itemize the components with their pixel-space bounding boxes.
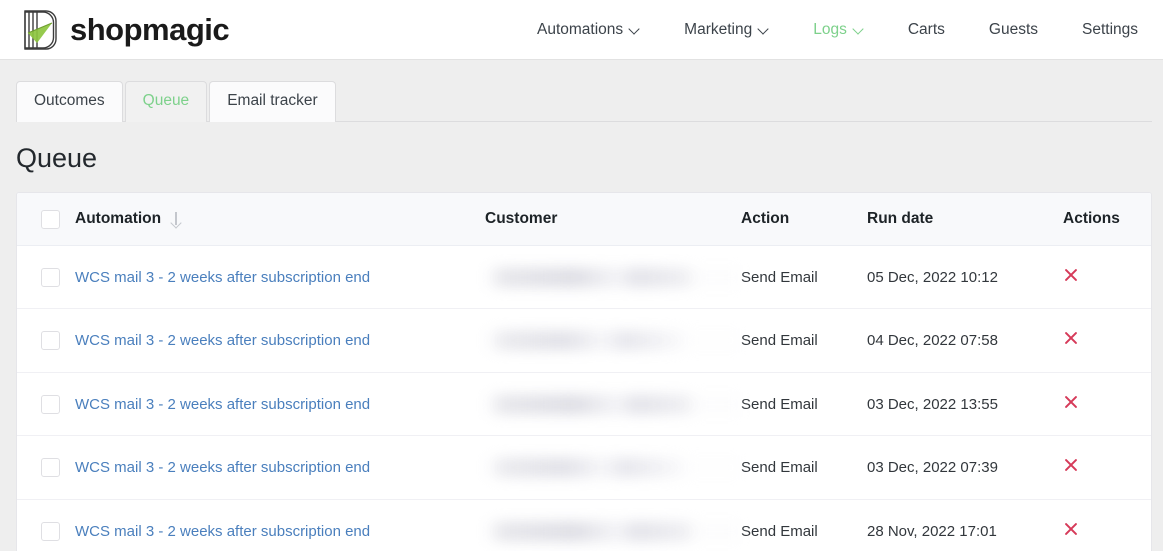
delete-x-icon[interactable]: [1063, 521, 1079, 537]
delete-x-icon[interactable]: [1063, 394, 1079, 410]
cell-customer: [485, 308, 741, 373]
row-checkbox[interactable]: [41, 521, 60, 541]
cell-run-date: 05 Dec, 2022 10:12: [867, 245, 1063, 310]
brand-name: shopmagic: [70, 12, 230, 47]
column-label-automation: Automation: [75, 209, 162, 227]
cell-automation: WCS mail 3 - 2 weeks after subscription …: [75, 245, 485, 310]
automation-link[interactable]: WCS mail 3 - 2 weeks after subscription …: [75, 396, 370, 413]
cell-action: Send Email: [741, 308, 867, 373]
nav-item-automations[interactable]: Automations: [515, 16, 662, 44]
table-row: WCS mail 3 - 2 weeks after subscription …: [17, 499, 1151, 551]
column-header-action: Action: [741, 192, 867, 246]
row-select-cell: [17, 499, 75, 551]
automation-link[interactable]: WCS mail 3 - 2 weeks after subscription …: [75, 269, 370, 286]
chevron-down-icon: [854, 24, 864, 34]
row-select-cell: [17, 372, 75, 437]
row-select-cell: [17, 245, 75, 310]
customer-redacted-blur: [485, 393, 741, 415]
nav-label-carts: Carts: [907, 21, 945, 39]
column-header-automation[interactable]: Automation: [75, 192, 485, 246]
table-row: WCS mail 3 - 2 weeks after subscription …: [17, 245, 1151, 310]
brand-logo-group[interactable]: shopmagic: [0, 7, 230, 53]
row-checkbox[interactable]: [41, 331, 60, 351]
row-checkbox[interactable]: [41, 458, 60, 478]
queue-table-card: Automation Customer Action Run date Acti…: [16, 191, 1152, 551]
delete-x-icon[interactable]: [1063, 267, 1079, 283]
page-title: Queue: [16, 143, 98, 173]
row-select-cell: [17, 308, 75, 373]
cell-run-date: 04 Dec, 2022 07:58: [867, 308, 1063, 373]
chevron-down-icon: [630, 24, 640, 34]
customer-redacted-blur: [485, 330, 741, 352]
chevron-down-icon: [759, 24, 769, 34]
customer-redacted-blur: [485, 266, 741, 288]
nav-label-automations: Automations: [537, 21, 624, 39]
cell-customer: [485, 372, 741, 437]
shopmagic-logo-icon: [24, 9, 57, 50]
nav-item-carts[interactable]: Carts: [886, 16, 967, 44]
delete-x-icon[interactable]: [1063, 330, 1079, 346]
table-header-row: Automation Customer Action Run date Acti…: [17, 192, 1151, 246]
automation-link[interactable]: WCS mail 3 - 2 weeks after subscription …: [75, 332, 370, 349]
cell-actions: [1063, 499, 1151, 551]
cell-automation: WCS mail 3 - 2 weeks after subscription …: [75, 372, 485, 437]
cell-run-date: 03 Dec, 2022 07:39: [867, 435, 1063, 500]
automation-link[interactable]: WCS mail 3 - 2 weeks after subscription …: [75, 459, 370, 476]
customer-redacted-blur: [485, 520, 741, 542]
cell-customer: [485, 245, 741, 310]
tab-email-tracker[interactable]: Email tracker: [209, 81, 336, 122]
cell-action: Send Email: [741, 245, 867, 310]
tab-strip: Outcomes Queue Email tracker: [0, 60, 1163, 122]
table-row: WCS mail 3 - 2 weeks after subscription …: [17, 308, 1151, 373]
top-navigation-bar: shopmagic Automations Marketing Logs Car…: [0, 0, 1163, 60]
cell-actions: [1063, 372, 1151, 437]
row-select-cell: [17, 435, 75, 500]
column-header-customer: Customer: [485, 192, 741, 246]
cell-customer: [485, 435, 741, 500]
cell-automation: WCS mail 3 - 2 weeks after subscription …: [75, 435, 485, 500]
nav-label-settings: Settings: [1082, 21, 1139, 39]
cell-automation: WCS mail 3 - 2 weeks after subscription …: [75, 308, 485, 373]
queue-table: Automation Customer Action Run date Acti…: [17, 192, 1151, 551]
nav-item-settings[interactable]: Settings: [1060, 16, 1160, 44]
nav-item-marketing[interactable]: Marketing: [662, 16, 791, 44]
table-body: WCS mail 3 - 2 weeks after subscription …: [17, 245, 1151, 551]
customer-redacted-blur: [485, 457, 741, 479]
table-row: WCS mail 3 - 2 weeks after subscription …: [17, 435, 1151, 500]
cell-actions: [1063, 245, 1151, 310]
cell-run-date: 03 Dec, 2022 13:55: [867, 372, 1063, 437]
cell-action: Send Email: [741, 372, 867, 437]
delete-x-icon[interactable]: [1063, 457, 1079, 473]
cell-run-date: 28 Nov, 2022 17:01: [867, 499, 1063, 551]
column-header-run-date: Run date: [867, 192, 1063, 246]
cell-action: Send Email: [741, 435, 867, 500]
select-all-checkbox[interactable]: [41, 209, 60, 229]
table-row: WCS mail 3 - 2 weeks after subscription …: [17, 372, 1151, 437]
tab-queue[interactable]: Queue: [124, 81, 208, 122]
nav-item-guests[interactable]: Guests: [967, 16, 1060, 44]
cell-automation: WCS mail 3 - 2 weeks after subscription …: [75, 499, 485, 551]
tab-outcomes[interactable]: Outcomes: [16, 81, 123, 122]
nav-item-logs[interactable]: Logs: [791, 16, 886, 44]
table-header: Automation Customer Action Run date Acti…: [17, 192, 1151, 246]
cell-action: Send Email: [741, 499, 867, 551]
main-nav: Automations Marketing Logs Carts Guests …: [515, 0, 1160, 60]
column-header-actions: Actions: [1063, 192, 1151, 246]
arrow-down-icon[interactable]: [170, 211, 181, 227]
cell-actions: [1063, 435, 1151, 500]
nav-label-logs: Logs: [813, 21, 847, 39]
automation-link[interactable]: WCS mail 3 - 2 weeks after subscription …: [75, 523, 370, 540]
select-all-header: [17, 192, 75, 246]
row-checkbox[interactable]: [41, 394, 60, 414]
row-checkbox[interactable]: [41, 267, 60, 287]
nav-label-marketing: Marketing: [684, 21, 753, 39]
cell-customer: [485, 499, 741, 551]
cell-actions: [1063, 308, 1151, 373]
nav-label-guests: Guests: [988, 21, 1039, 39]
